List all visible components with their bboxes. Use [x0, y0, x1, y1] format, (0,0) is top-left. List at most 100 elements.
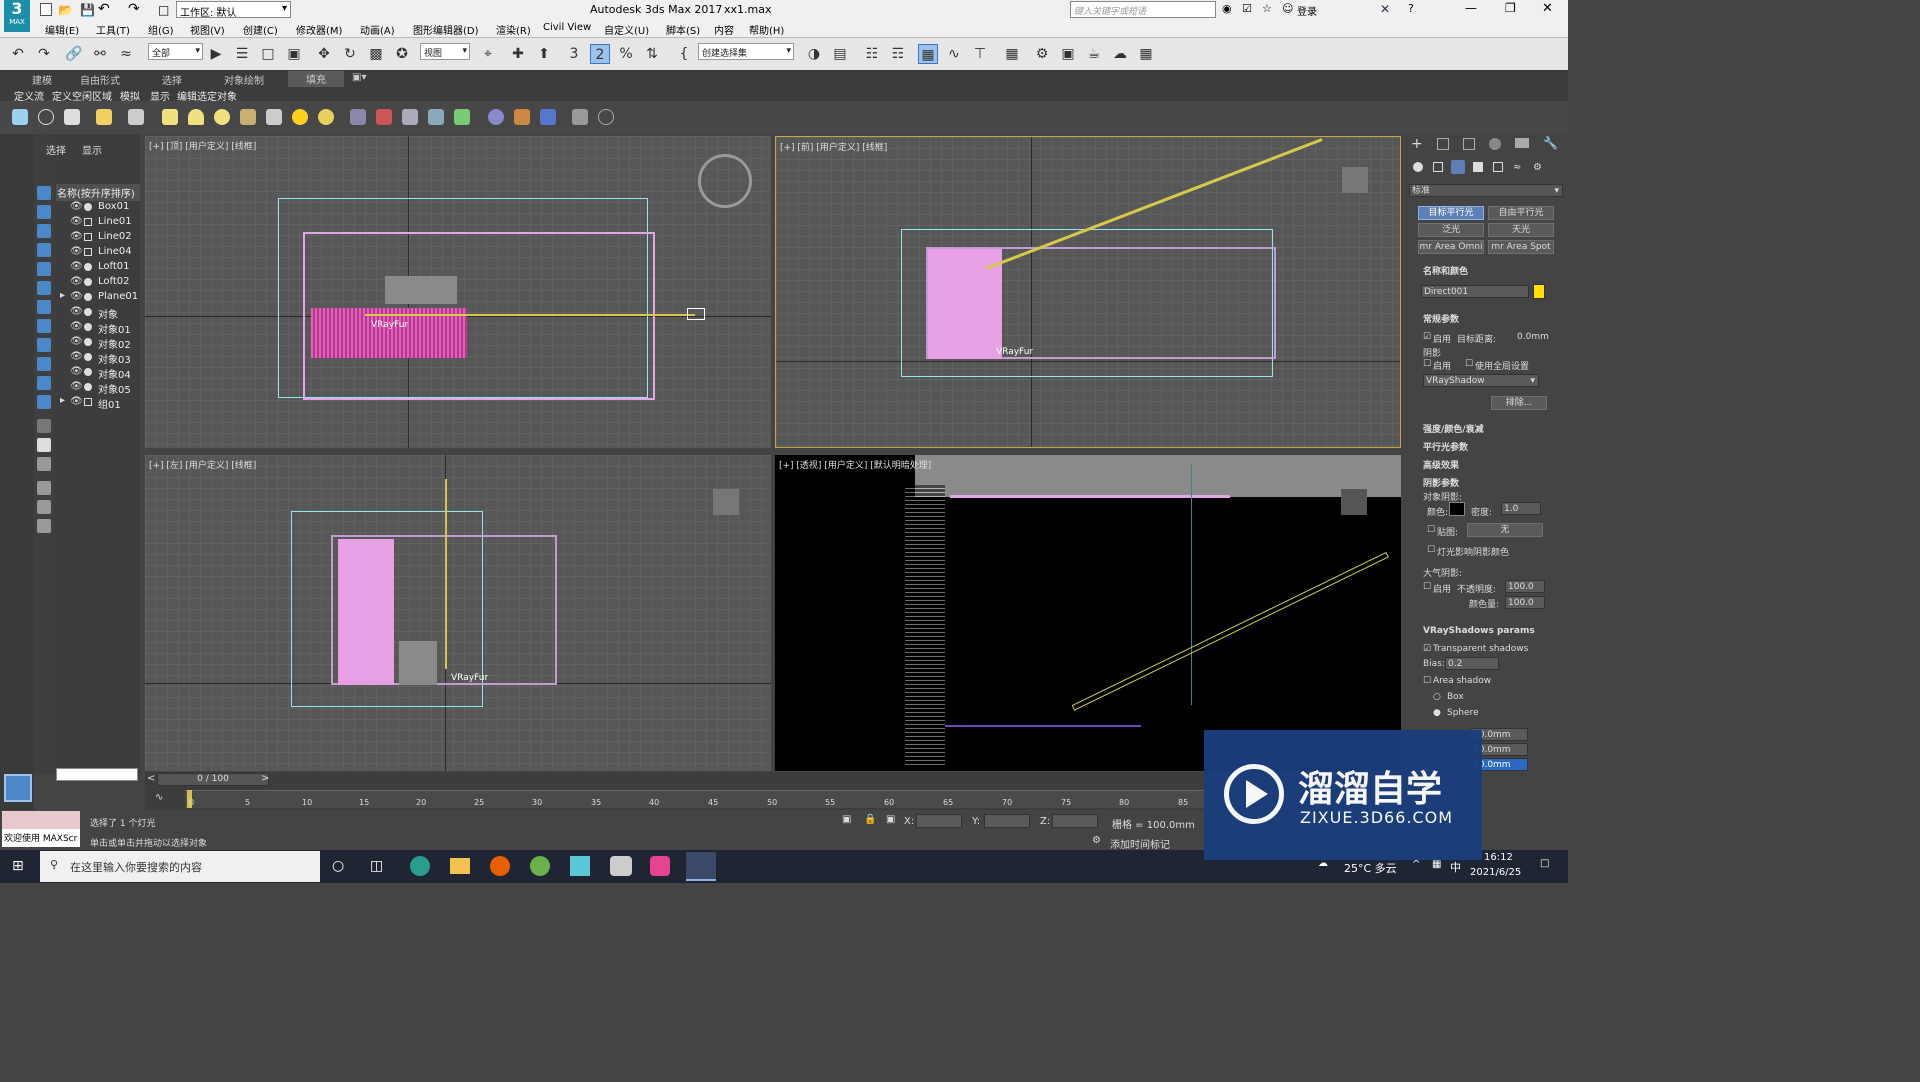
transparent-checkbox[interactable]: ☑: [1423, 644, 1431, 654]
viewport-perspective[interactable]: [+] [透视] [用户定义] [默认明暗处理]: [775, 455, 1401, 771]
x-coord-field[interactable]: [916, 814, 962, 828]
exclude-button[interactable]: 排除...: [1491, 396, 1547, 410]
menu-graph-editors[interactable]: 图形编辑器(D): [413, 22, 479, 37]
selection-filter-dropdown[interactable]: 全部 ▾: [148, 43, 203, 60]
tab-display[interactable]: 显示: [82, 142, 102, 157]
isolate-icon[interactable]: ▣: [842, 814, 851, 825]
eye-icon[interactable]: 👁: [70, 216, 83, 227]
vray-ies-icon[interactable]: [240, 109, 256, 125]
list-item[interactable]: 👁 Loft02: [56, 275, 138, 289]
viewport-top[interactable]: [+] [顶] [用户定义] [线框] VRayFur: [145, 136, 771, 448]
place-icon[interactable]: ✪: [392, 44, 412, 64]
viewport-label[interactable]: [+] [透视] [用户定义] [默认明暗处理]: [779, 458, 931, 471]
viewport-front[interactable]: [+] [前] [用户定义] [线框] VRayFur: [775, 136, 1401, 448]
mirror-icon[interactable]: ◑: [804, 44, 824, 64]
vray-dome-icon[interactable]: [188, 109, 204, 125]
clock-time[interactable]: 16:12: [1484, 852, 1513, 863]
menu-modifiers[interactable]: 修改器(M): [296, 22, 342, 37]
shapes-icon[interactable]: [1433, 162, 1443, 172]
help-icon[interactable]: ?: [1408, 2, 1414, 15]
vray-proxy-icon[interactable]: [376, 109, 392, 125]
absolute-mode-icon[interactable]: ▣: [886, 814, 895, 825]
rollout-advanced[interactable]: 高级效果: [1423, 458, 1459, 471]
project-icon[interactable]: □: [158, 3, 169, 17]
y-coord-field[interactable]: [984, 814, 1030, 828]
lock-icon[interactable]: 🔒: [864, 814, 876, 825]
undo-icon[interactable]: ↶: [98, 1, 110, 17]
expand-arrow-icon[interactable]: ▸: [60, 395, 65, 406]
filter-none-icon[interactable]: [37, 438, 51, 452]
color-amount-spinner[interactable]: 100.0: [1505, 596, 1545, 609]
select-object-icon[interactable]: ▶: [206, 44, 226, 64]
sketch-icon[interactable]: [570, 856, 590, 876]
menu-tools[interactable]: 工具(T): [96, 22, 130, 37]
tab-object-paint[interactable]: 对象绘制: [224, 72, 264, 87]
viewcube-icon[interactable]: [1341, 489, 1367, 515]
modify-tab-icon[interactable]: [1437, 138, 1449, 150]
schematic-view-icon[interactable]: ⊤: [970, 44, 990, 64]
tab-modeling[interactable]: 建模: [32, 72, 52, 87]
tab-selection[interactable]: 选择: [162, 72, 182, 87]
login-button[interactable]: 登录: [1297, 3, 1317, 18]
eye-icon[interactable]: 👁: [70, 381, 83, 392]
funnel-icon[interactable]: [37, 500, 51, 514]
ribbon-options-icon[interactable]: ▣▾: [352, 72, 366, 83]
ime-indicator[interactable]: 中: [1450, 859, 1461, 875]
menu-content[interactable]: 内容: [714, 22, 734, 37]
light-icon[interactable]: [687, 308, 705, 320]
filter-all-icon[interactable]: [37, 419, 51, 433]
close-x-icon[interactable]: ✕: [1380, 2, 1390, 16]
area-shadow-checkbox[interactable]: ☐: [1423, 676, 1431, 686]
display-tab-icon[interactable]: [1515, 138, 1529, 148]
list-item[interactable]: 👁 对象02: [56, 335, 138, 351]
list-item[interactable]: 👁 对象04: [56, 365, 138, 381]
rendered-frame-icon[interactable]: ▣: [1058, 44, 1078, 64]
viewport-label[interactable]: [+] [左] [用户定义] [线框]: [149, 458, 256, 471]
filter-groups-icon[interactable]: [37, 300, 51, 314]
vray-plane-icon[interactable]: [162, 109, 178, 125]
list-item[interactable]: 👁 对象01: [56, 320, 138, 336]
helpers-icon[interactable]: [1493, 162, 1503, 172]
sphere-radio[interactable]: ●: [1433, 708, 1441, 718]
shadow-type-dropdown[interactable]: VRayShadow ▾: [1423, 374, 1539, 387]
menu-group[interactable]: 组(G): [148, 22, 174, 37]
explorer-icon[interactable]: [450, 858, 470, 874]
spinner-snap-icon[interactable]: ⇅: [642, 44, 662, 64]
filter-xrefs-icon[interactable]: [37, 319, 51, 333]
3dsmax-taskbar-icon[interactable]: [686, 852, 716, 881]
object-name-input[interactable]: Direct001: [1421, 285, 1529, 298]
filter-cameras-icon[interactable]: [37, 243, 51, 257]
help-circle-icon[interactable]: [598, 109, 614, 125]
column-header[interactable]: 名称(按升序排序): [56, 184, 140, 201]
vray-sun-icon[interactable]: [292, 109, 308, 125]
rollout-directional[interactable]: 平行光参数: [1423, 440, 1468, 453]
light-color-swatch[interactable]: [1533, 284, 1545, 299]
list-item[interactable]: 👁 对象: [56, 305, 138, 321]
maxscript-listener[interactable]: 欢迎使用 MAXScr: [2, 829, 80, 847]
vray-sphere-icon[interactable]: [214, 109, 230, 125]
task-view-icon[interactable]: ◫: [370, 858, 383, 874]
eye-icon[interactable]: 👁: [70, 291, 83, 302]
eye-icon[interactable]: 👁: [70, 306, 83, 317]
vray-hair-icon[interactable]: [454, 109, 470, 125]
filter-invert-icon[interactable]: [37, 457, 51, 471]
filter-helpers-icon[interactable]: [37, 262, 51, 276]
snaps-toggle-icon[interactable]: 3: [564, 44, 584, 64]
save-file-icon[interactable]: 💾: [80, 3, 95, 17]
cameras-icon[interactable]: [1473, 162, 1483, 172]
opacity-spinner[interactable]: 100.0: [1505, 580, 1545, 593]
time-slider[interactable]: 0 / 100: [157, 773, 269, 786]
menu-civil-view[interactable]: Civil View: [543, 22, 591, 33]
rotate-icon[interactable]: ↻: [340, 44, 360, 64]
free-direct-button[interactable]: 自由平行光: [1488, 206, 1554, 220]
eye-icon[interactable]: 👁: [70, 201, 83, 212]
spacewarps-icon[interactable]: ≈: [1513, 162, 1521, 173]
menu-create[interactable]: 创建(C): [243, 22, 278, 37]
render-a360-icon[interactable]: ▦: [1136, 44, 1156, 64]
eye-icon[interactable]: 👁: [70, 366, 83, 377]
binoculars-icon[interactable]: ◉: [1222, 2, 1232, 15]
cortana-icon[interactable]: ○: [332, 858, 344, 874]
teapot-icon[interactable]: [12, 109, 28, 125]
window-crossing-icon[interactable]: ▣: [284, 44, 304, 64]
map-button[interactable]: 无: [1467, 523, 1543, 537]
